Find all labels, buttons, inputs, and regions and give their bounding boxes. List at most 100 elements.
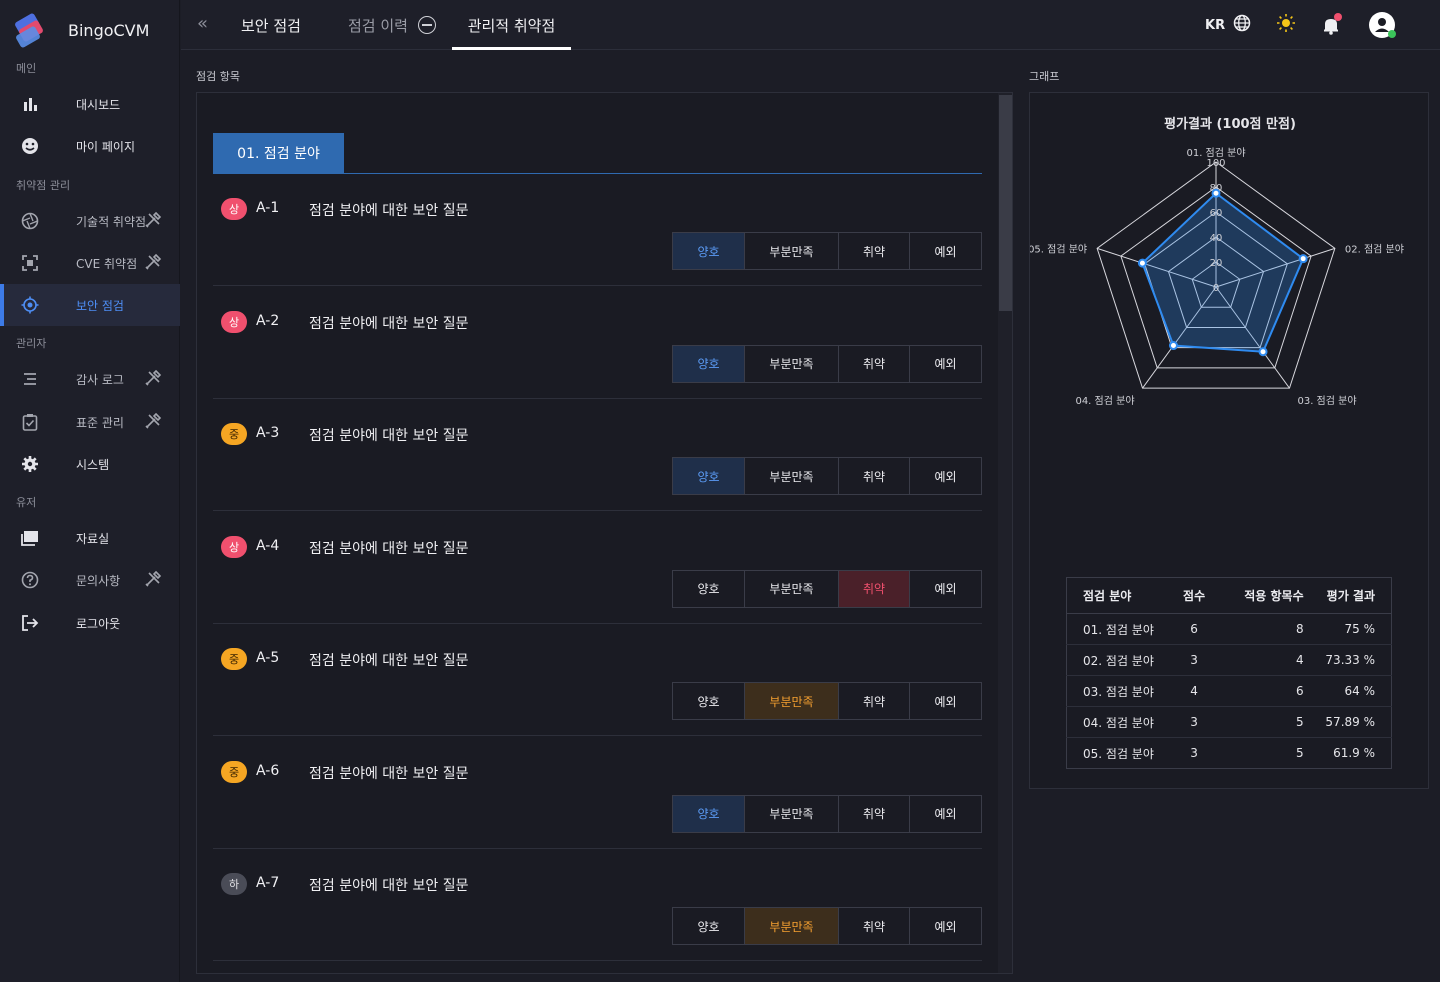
radar-data-point xyxy=(1137,258,1147,268)
option-weak-button[interactable]: 취약 xyxy=(839,345,910,382)
option-exception-button[interactable]: 예외 xyxy=(910,458,981,494)
radar-tick-label: 40 xyxy=(1210,233,1223,244)
radar-category-label: 05. 점검 분야 xyxy=(1030,243,1087,255)
radar-category-label: 04. 점검 분야 xyxy=(1075,395,1134,407)
question-text: 점검 분야에 대한 보안 질문 xyxy=(309,765,469,782)
radar-category-label: 01. 점검 분야 xyxy=(1186,147,1245,159)
table-cell: 64 % xyxy=(1311,675,1392,707)
option-partial-button[interactable]: 부분만족 xyxy=(745,795,839,832)
option-partial-button[interactable]: 부분만족 xyxy=(745,908,839,944)
option-partial-button[interactable]: 부분만족 xyxy=(745,683,839,719)
tab-admin-vuln[interactable]: 관리적 취약점 xyxy=(452,0,571,50)
sidebar-item-audit-log[interactable]: 감사 로그 xyxy=(0,358,180,400)
table-cell: 6 xyxy=(1221,675,1312,707)
question-id: A-3 xyxy=(256,425,280,441)
folder-icon xyxy=(20,528,40,548)
bingo-logo-icon xyxy=(13,12,45,49)
sidebar-item-dashboard[interactable]: 대시보드 xyxy=(0,83,180,125)
sidebar-item-cve-vuln[interactable]: CVE 취약점 xyxy=(0,242,180,284)
sidebar-item-system[interactable]: 시스템 xyxy=(0,443,180,485)
theme-toggle[interactable] xyxy=(1276,12,1296,38)
option-partial-button[interactable]: 부분만족 xyxy=(745,233,839,269)
radar-data-point xyxy=(1211,188,1221,198)
radar-data-point xyxy=(1168,341,1178,351)
question-row: 중 A-6 점검 분야에 대한 보안 질문 양호 부분만족 취약 예외 xyxy=(213,737,982,849)
question-id: A-7 xyxy=(256,875,280,891)
table-cell: 5 xyxy=(1295,746,1304,760)
sidebar-item-standards[interactable]: 표준 관리 xyxy=(0,401,180,443)
brand[interactable]: BingoCVM xyxy=(13,12,149,49)
severity-badge: 중 xyxy=(221,648,247,670)
option-good-button[interactable]: 양호 xyxy=(673,908,745,944)
option-weak-button[interactable]: 취약 xyxy=(839,795,910,832)
tab-label: 점검 이력 xyxy=(348,16,408,35)
option-good-button[interactable]: 양호 xyxy=(673,683,745,719)
option-good-button[interactable]: 양호 xyxy=(673,233,745,269)
option-weak-button[interactable]: 취약 xyxy=(839,233,910,269)
table-row: 02. 점검 분야 3 4 73.33 % xyxy=(1066,644,1392,676)
close-tab-icon[interactable] xyxy=(417,16,436,34)
answer-selector: 양호 부분만족 취약 예외 xyxy=(672,569,982,608)
sidebar-item-label: 감사 로그 xyxy=(76,372,124,387)
table-cell: 57.89 % xyxy=(1311,706,1392,738)
tab-security-check[interactable]: 보안 점검 xyxy=(241,0,301,50)
sidebar-item-technical-vuln[interactable]: 기술적 취약점 xyxy=(0,200,180,242)
sidebar-item-logout[interactable]: 로그아웃 xyxy=(0,602,180,644)
collapse-sidebar-icon[interactable]: « xyxy=(197,14,217,34)
table-cell: 61.9 % xyxy=(1333,746,1375,760)
check-items-label: 점검 항목 xyxy=(196,70,240,83)
sidebar: BingoCVM 메인 대시보드 마이 페이지 취약점 관리 기술적 취약점 C… xyxy=(0,0,180,982)
list-icon xyxy=(20,369,40,389)
severity-badge: 하 xyxy=(221,873,247,895)
option-exception-button[interactable]: 예외 xyxy=(910,796,981,832)
option-good-button[interactable]: 양호 xyxy=(673,345,745,382)
radar-tick-label: 100 xyxy=(1206,158,1225,169)
option-weak-button[interactable]: 취약 xyxy=(839,683,910,719)
column-header: 평가 결과 xyxy=(1311,577,1392,614)
scrollbar-thumb[interactable] xyxy=(999,95,1012,311)
option-exception-button[interactable]: 예외 xyxy=(910,346,981,382)
table-cell: 75 % xyxy=(1311,613,1392,645)
answer-selector: 양호 부분만족 취약 예외 xyxy=(672,794,982,833)
notification-dot xyxy=(1334,13,1342,21)
radar-series-area xyxy=(1141,191,1305,353)
option-partial-button[interactable]: 부분만족 xyxy=(745,570,839,607)
option-good-button[interactable]: 양호 xyxy=(673,570,745,607)
option-exception-button[interactable]: 예외 xyxy=(910,571,981,607)
option-good-button[interactable]: 양호 xyxy=(673,458,745,494)
option-weak-button[interactable]: 취약 xyxy=(839,570,910,607)
tab-label: 관리적 취약점 xyxy=(467,16,556,35)
severity-badge: 상 xyxy=(221,310,247,333)
user-avatar[interactable] xyxy=(1369,12,1396,38)
sidebar-item-security-check[interactable]: 보안 점검 xyxy=(0,284,180,326)
table-cell: 02. 점검 분야 xyxy=(1066,644,1167,676)
answer-selector: 양호 부분만족 취약 예외 xyxy=(672,232,982,270)
table-header-row: 점검 분야 점수 적용 항목수 평가 결과 xyxy=(1066,577,1392,614)
option-partial-button[interactable]: 부분만족 xyxy=(745,458,839,494)
table-cell: 8 xyxy=(1221,613,1312,645)
sidebar-item-inquiry[interactable]: 문의사항 xyxy=(0,559,180,601)
question-row: 중 A-3 점검 분야에 대한 보안 질문 양호 부분만족 취약 예외 xyxy=(213,399,982,511)
gear-icon xyxy=(20,454,40,474)
option-weak-button[interactable]: 취약 xyxy=(839,908,910,944)
sidebar-item-library[interactable]: 자료실 xyxy=(0,517,180,559)
notification-button[interactable] xyxy=(1321,12,1342,38)
question-text: 점검 분야에 대한 보안 질문 xyxy=(309,878,469,894)
score-table: 점검 분야 점수 적용 항목수 평가 결과 01. 점검 분야 6 8 75 % 02.… xyxy=(1066,577,1392,769)
question-id: A-5 xyxy=(256,650,280,666)
radar-tick-label: 0 xyxy=(1213,283,1219,294)
option-exception-button[interactable]: 예외 xyxy=(910,233,981,269)
graph-panel: 평가결과 (100점 만점) 0 20 40 60 80 100 01. 점검 분야 02. … xyxy=(1029,92,1429,789)
table-row: 03. 점검 분야 4 6 64 % xyxy=(1066,675,1392,707)
field-tab[interactable]: 01. 점검 분야 xyxy=(213,133,344,173)
language-selector[interactable]: KR xyxy=(1205,12,1251,38)
tools-icon xyxy=(144,570,164,590)
option-good-button[interactable]: 양호 xyxy=(673,795,745,832)
sidebar-item-mypage[interactable]: 마이 페이지 xyxy=(0,125,180,167)
option-exception-button[interactable]: 예외 xyxy=(910,683,981,719)
table-cell: 01. 점검 분야 xyxy=(1066,613,1167,645)
tab-check-history[interactable]: 점검 이력 xyxy=(348,0,436,50)
option-partial-button[interactable]: 부분만족 xyxy=(745,345,839,382)
option-weak-button[interactable]: 취약 xyxy=(839,458,910,494)
option-exception-button[interactable]: 예외 xyxy=(910,908,981,944)
